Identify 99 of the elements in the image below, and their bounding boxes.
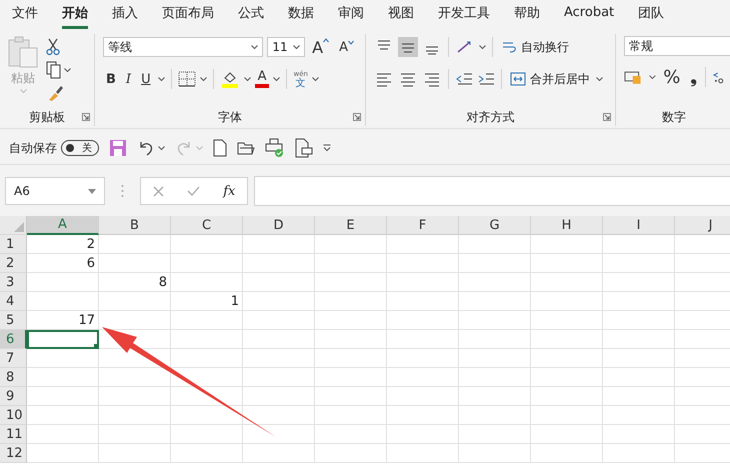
ribbon-tab[interactable]: 开发工具 (438, 0, 490, 28)
dialog-launcher-icon[interactable] (82, 113, 90, 121)
group-label: 字体 (218, 108, 242, 126)
row-header[interactable]: 11 (0, 425, 27, 444)
column-header[interactable]: F (387, 216, 459, 235)
table-cell-text: 6 (86, 255, 96, 273)
row-header[interactable]: 4 (0, 292, 27, 311)
row-header[interactable]: 1 (0, 235, 27, 254)
caret-icon[interactable] (649, 74, 656, 80)
paintbrush-icon[interactable] (46, 84, 64, 102)
group-label: 对齐方式 (466, 108, 514, 126)
row-header[interactable]: 10 (0, 406, 27, 425)
row-header[interactable]: 8 (0, 368, 27, 387)
percent-button[interactable]: % (660, 66, 684, 88)
merge-cells-icon (510, 71, 526, 87)
grow-font-button[interactable]: A (309, 38, 332, 56)
font-size-field[interactable]: 11 (267, 37, 306, 57)
ribbon-tab[interactable]: 公式 (238, 0, 264, 28)
scissors-icon[interactable] (46, 38, 60, 56)
new-document-icon[interactable] (213, 139, 227, 157)
underline-button[interactable]: U (138, 72, 154, 86)
column-header[interactable]: H (531, 216, 603, 235)
formula-input[interactable] (254, 176, 730, 206)
align-lines-icon[interactable] (398, 37, 418, 57)
insert-function-button[interactable]: fx (223, 184, 236, 198)
column-header[interactable]: I (603, 216, 675, 235)
caret-icon[interactable] (244, 76, 251, 82)
bold-button[interactable]: B (103, 72, 119, 86)
row-header[interactable]: 12 (0, 444, 27, 463)
column-header[interactable]: E (315, 216, 387, 235)
customize-menu-icon[interactable] (323, 144, 331, 152)
caret-icon[interactable] (273, 76, 280, 82)
decrease-indent-icon[interactable] (455, 71, 473, 87)
table-cell-text: 8 (158, 274, 168, 292)
group-label: 数字 (662, 108, 686, 126)
caret-icon[interactable] (200, 76, 207, 82)
table-cell-text: 2 (86, 236, 96, 254)
dialog-launcher-icon[interactable] (603, 113, 611, 121)
ribbon-tab[interactable]: Acrobat (564, 1, 614, 27)
ribbon-tab[interactable]: 数据 (288, 0, 314, 28)
ribbon-tab[interactable]: 开始 (62, 0, 88, 28)
font-name-field[interactable]: 等线 (103, 37, 264, 57)
caret-icon[interactable] (312, 76, 319, 82)
group-label: 剪贴板 (29, 108, 65, 126)
name-box[interactable]: A6 (5, 177, 105, 205)
column-header[interactable]: D (243, 216, 315, 235)
row-header[interactable]: 2 (0, 254, 27, 273)
caret-down-icon (348, 40, 354, 44)
selected-cell[interactable] (27, 330, 99, 349)
ribbon-tab[interactable]: 视图 (388, 0, 414, 28)
row-header[interactable]: 3 (0, 273, 27, 292)
column-header[interactable]: C (171, 216, 243, 235)
column-header[interactable]: G (459, 216, 531, 235)
caret-icon[interactable] (64, 68, 71, 72)
ribbon-tab[interactable]: 文件 (12, 0, 38, 28)
grip-icon[interactable] (121, 184, 124, 198)
print-preview-icon[interactable] (295, 138, 313, 158)
caret-icon[interactable] (293, 44, 300, 50)
triangle-icon (14, 222, 24, 232)
caret-icon[interactable] (479, 44, 486, 50)
check-icon[interactable] (186, 186, 200, 196)
save-icon[interactable] (109, 139, 127, 157)
table-cell-text: 17 (77, 312, 96, 330)
increase-indent-icon[interactable] (477, 71, 495, 87)
autosave-label: 自动保存 (9, 140, 57, 156)
italic-button[interactable]: I (122, 72, 134, 86)
caret-icon[interactable] (158, 146, 165, 150)
ribbon-tab[interactable]: 页面布局 (162, 0, 214, 28)
comma-style-button[interactable]: ❟ (687, 68, 700, 86)
wrap-text-button[interactable]: 自动换行 (499, 38, 571, 56)
fill-color-icon[interactable] (220, 70, 240, 88)
caret-up-icon (323, 38, 330, 42)
column-header[interactable]: B (99, 216, 171, 235)
copy-icon[interactable] (46, 61, 61, 79)
clipboard-icon (6, 36, 40, 68)
font-color-button[interactable]: A (254, 70, 270, 88)
ribbon-tab[interactable]: 插入 (112, 0, 138, 28)
autosave-toggle[interactable]: 关 (61, 140, 99, 156)
merge-center-button[interactable]: 合并后居中 (508, 70, 592, 88)
column-header[interactable]: J (675, 216, 730, 235)
row-header[interactable]: 7 (0, 349, 27, 368)
caret-icon[interactable] (596, 76, 603, 82)
caret-icon[interactable] (158, 76, 165, 82)
dropdown-arrow-icon (88, 188, 96, 194)
ribbon-tab[interactable]: 帮助 (514, 0, 540, 28)
caret-icon[interactable] (251, 44, 258, 50)
number-format-field[interactable]: 常规 (624, 36, 730, 56)
row-header[interactable]: 6 (0, 330, 27, 349)
column-header[interactable]: A (27, 216, 99, 235)
ribbon-tab[interactable]: 审阅 (338, 0, 364, 28)
folder-icon[interactable] (237, 140, 255, 156)
printer-check-icon[interactable] (265, 138, 285, 158)
row-header[interactable]: 5 (0, 311, 27, 330)
dialog-launcher-icon[interactable] (353, 113, 361, 121)
border-icon[interactable] (178, 71, 196, 87)
table-cell-text: 1 (230, 293, 240, 311)
shrink-font-button[interactable]: A (336, 40, 357, 54)
ribbon-tab[interactable]: 团队 (638, 0, 664, 28)
row-header[interactable]: 9 (0, 387, 27, 406)
